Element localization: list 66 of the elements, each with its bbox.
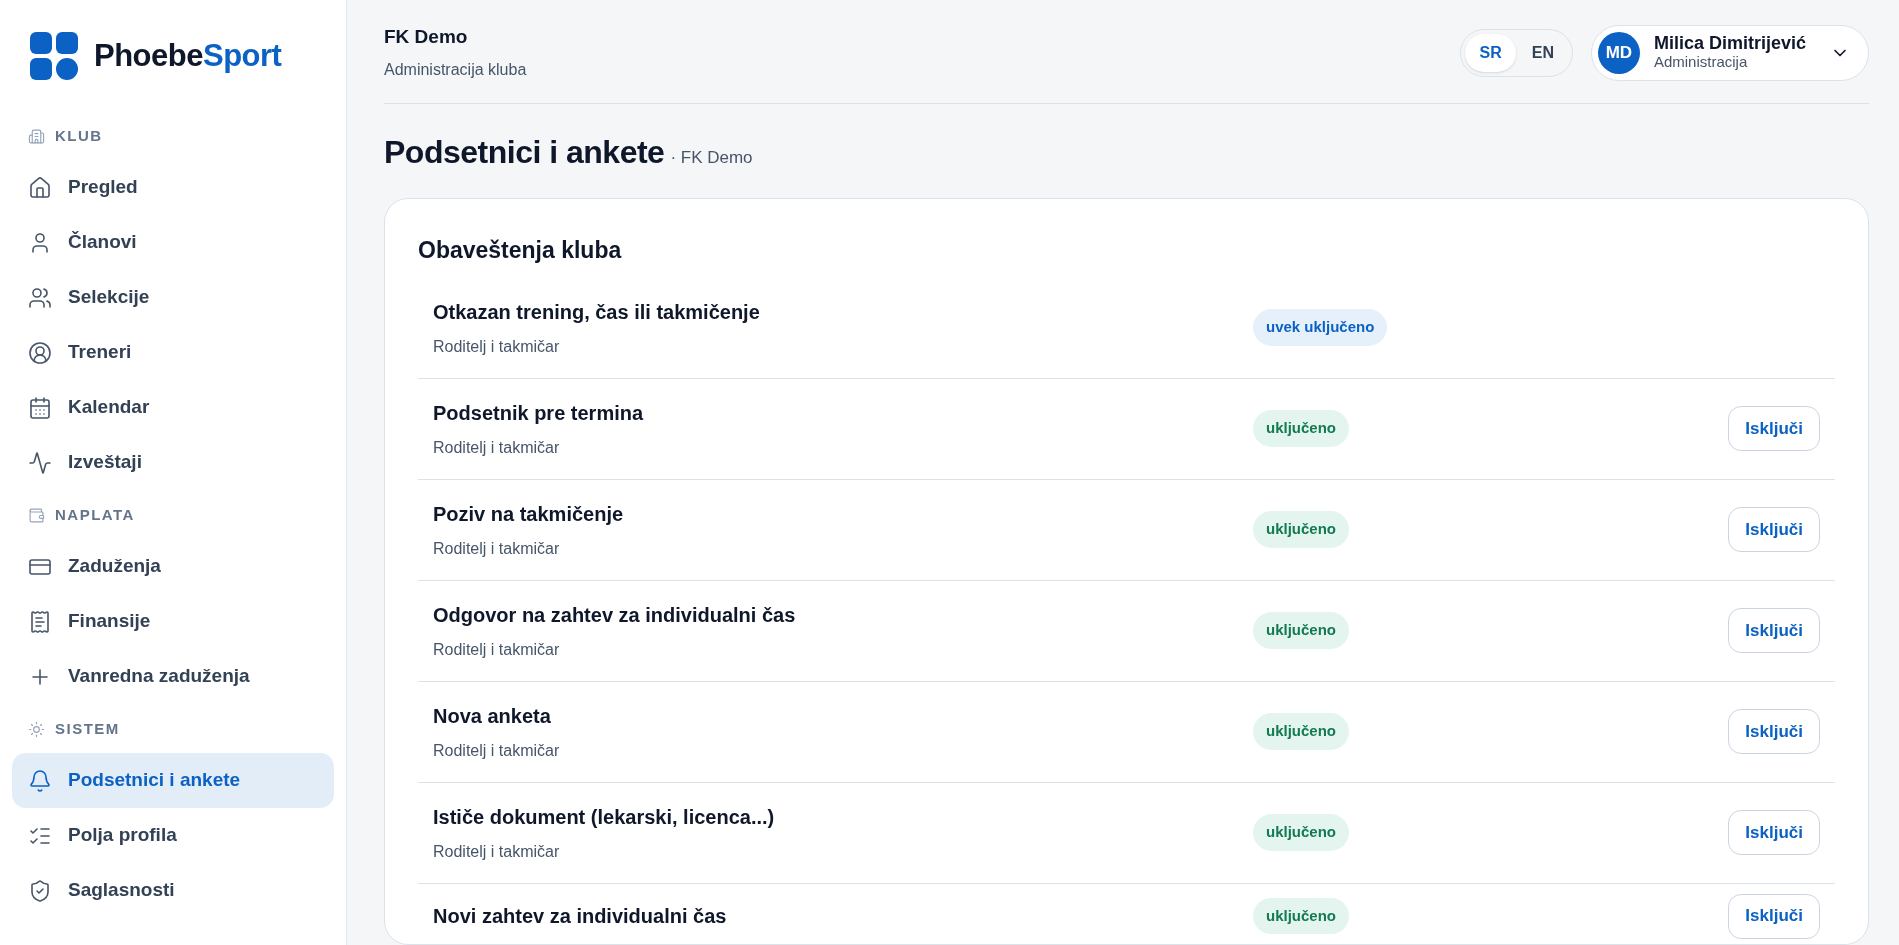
status-badge: uključeno (1253, 897, 1349, 935)
bell-icon (28, 768, 52, 793)
user-role: Administracija (1653, 54, 1748, 71)
status-badge: uključeno (1253, 713, 1349, 750)
calendar-icon (28, 395, 52, 420)
notification-title: Nova anketa (433, 703, 552, 729)
user-menu[interactable]: MD Milica Dimitrijević Administracija (1590, 24, 1869, 81)
page-context: · FK Demo (670, 147, 753, 169)
section-heading: NAPLATA (55, 504, 135, 525)
club-name: FK Demo (384, 25, 469, 50)
nav-item[interactable]: Finansije (12, 594, 334, 649)
disable-button[interactable]: Isključi (1728, 608, 1820, 653)
notification-title: Podsetnik pre termina (433, 400, 645, 426)
logo-text: Sport (202, 36, 282, 75)
notification-title: Ističe dokument (lekarski, licenca...) (433, 804, 776, 830)
nav-item[interactable]: Podsetnici i ankete (12, 753, 334, 808)
logo-icon (30, 32, 78, 80)
section-heading: KLUB (55, 125, 103, 146)
status-badge: uključeno (1253, 612, 1349, 649)
page-title: Podsetnici i ankete (384, 133, 665, 172)
wallet-icon (28, 506, 45, 524)
disable-button[interactable]: Isključi (1728, 709, 1820, 754)
disable-button[interactable]: Isključi (1728, 810, 1820, 855)
disable-button[interactable]: Isključi (1728, 507, 1820, 552)
notification-audience: Roditelj i takmičar (433, 740, 561, 761)
sun-icon (28, 720, 45, 738)
nav-item[interactable]: Kalendar (12, 380, 334, 435)
notification-title: Otkazan trening, čas ili takmičenje (433, 299, 761, 325)
nav-item[interactable]: Polja profila (12, 808, 334, 863)
user-name: Milica Dimitrijević (1653, 34, 1806, 55)
nav-item[interactable]: Selekcije (12, 270, 334, 325)
shield-check-icon (28, 878, 52, 903)
language-option[interactable]: EN (1517, 33, 1568, 72)
status-badge: uvek uključeno (1253, 309, 1388, 346)
user-circle-icon (28, 340, 52, 365)
nav-item[interactable]: Treneri (12, 325, 334, 380)
notification-title: Poziv na takmičenje (433, 501, 625, 527)
notification-audience: Roditelj i takmičar (433, 336, 561, 357)
nav-item[interactable]: Zaduženja (12, 539, 334, 594)
notification-title: Novi zahtev za individualni čas (433, 904, 728, 929)
logo-text: Phoebe (94, 36, 203, 75)
club-subtitle: Administracija kluba (384, 59, 527, 80)
nav-item[interactable]: Vanredna zaduženja (12, 649, 334, 704)
card-title: Obaveštenja kluba (418, 236, 623, 265)
notification-title: Odgovor na zahtev za individualni čas (433, 602, 797, 628)
nav-item[interactable]: Pregled (12, 160, 334, 215)
nav-item[interactable]: Izveštaji (12, 435, 334, 490)
building-icon (28, 127, 45, 145)
pulse-icon (28, 450, 52, 475)
notification-audience: Roditelj i takmičar (433, 538, 561, 559)
language-option[interactable]: SR (1465, 33, 1516, 72)
users-icon (28, 285, 52, 310)
status-badge: uključeno (1253, 511, 1349, 548)
disable-button[interactable]: Isključi (1728, 406, 1820, 451)
nav-item[interactable]: Članovi (12, 215, 334, 270)
status-badge: uključeno (1253, 814, 1349, 851)
section-heading: SISTEM (55, 718, 120, 739)
receipt-icon (28, 609, 52, 634)
notification-audience: Roditelj i takmičar (433, 841, 561, 862)
nav-item[interactable]: Saglasnosti (12, 863, 334, 918)
avatar: MD (1597, 31, 1640, 74)
notification-audience: Roditelj i takmičar (433, 639, 561, 660)
home-icon (28, 175, 52, 200)
notification-audience: Roditelj i takmičar (433, 437, 561, 458)
status-badge: uključeno (1253, 410, 1349, 447)
disable-button[interactable]: Isključi (1728, 893, 1820, 939)
